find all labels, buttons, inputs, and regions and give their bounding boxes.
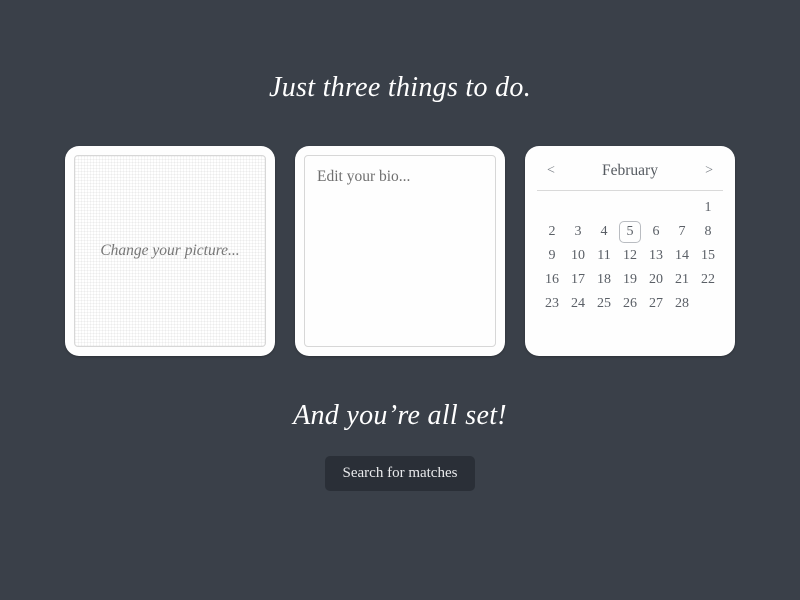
calendar-day[interactable]: 5 (619, 221, 641, 243)
page-heading: Just three things to do. (269, 72, 531, 104)
calendar-day-empty (591, 197, 617, 219)
calendar-day[interactable]: 21 (669, 269, 695, 291)
calendar-day[interactable]: 7 (669, 221, 695, 243)
calendar-day-empty (539, 197, 565, 219)
calendar-day[interactable]: 22 (695, 269, 721, 291)
calendar-day[interactable]: 20 (643, 269, 669, 291)
calendar-day[interactable]: 15 (695, 245, 721, 267)
page-subheading: And you’re all set! (293, 400, 507, 432)
calendar-day[interactable]: 25 (591, 293, 617, 315)
calendar-day[interactable]: 9 (539, 245, 565, 267)
calendar-day[interactable]: 11 (591, 245, 617, 267)
search-matches-button[interactable]: Search for matches (325, 456, 476, 491)
calendar-day[interactable]: 28 (669, 293, 695, 315)
bio-textarea[interactable]: Edit your bio... (304, 155, 496, 347)
calendar-day[interactable]: 23 (539, 293, 565, 315)
calendar-day[interactable]: 2 (539, 221, 565, 243)
calendar-prev-button[interactable]: < (543, 163, 559, 179)
calendar-day[interactable]: 14 (669, 245, 695, 267)
bio-placeholder: Edit your bio... (317, 168, 410, 185)
bio-card[interactable]: Edit your bio... (295, 146, 505, 356)
calendar-grid: 1234567891011121314151617181920212223242… (537, 191, 723, 317)
calendar-day[interactable]: 18 (591, 269, 617, 291)
calendar-day[interactable]: 3 (565, 221, 591, 243)
calendar-day[interactable]: 12 (617, 245, 643, 267)
picture-card[interactable]: Change your picture... (65, 146, 275, 356)
calendar-day[interactable]: 24 (565, 293, 591, 315)
calendar-day-empty (617, 197, 643, 219)
calendar-day[interactable]: 4 (591, 221, 617, 243)
calendar-day-empty (669, 197, 695, 219)
calendar-day[interactable]: 1 (695, 197, 721, 219)
calendar-day[interactable]: 6 (643, 221, 669, 243)
calendar-header: < February > (537, 156, 723, 191)
calendar-day[interactable]: 10 (565, 245, 591, 267)
calendar-next-button[interactable]: > (701, 163, 717, 179)
calendar-day[interactable]: 13 (643, 245, 669, 267)
cards-row: Change your picture... Edit your bio... … (65, 146, 735, 356)
calendar-day[interactable]: 8 (695, 221, 721, 243)
calendar-day-empty (565, 197, 591, 219)
picture-dropzone[interactable]: Change your picture... (74, 155, 266, 347)
calendar-day[interactable]: 19 (617, 269, 643, 291)
calendar-day[interactable]: 16 (539, 269, 565, 291)
calendar-day[interactable]: 27 (643, 293, 669, 315)
calendar-day[interactable]: 17 (565, 269, 591, 291)
calendar-day[interactable]: 26 (617, 293, 643, 315)
calendar-month-label: February (602, 162, 658, 180)
calendar-card[interactable]: < February > 123456789101112131415161718… (525, 146, 735, 356)
picture-placeholder: Change your picture... (100, 242, 239, 260)
calendar-day-empty (643, 197, 669, 219)
